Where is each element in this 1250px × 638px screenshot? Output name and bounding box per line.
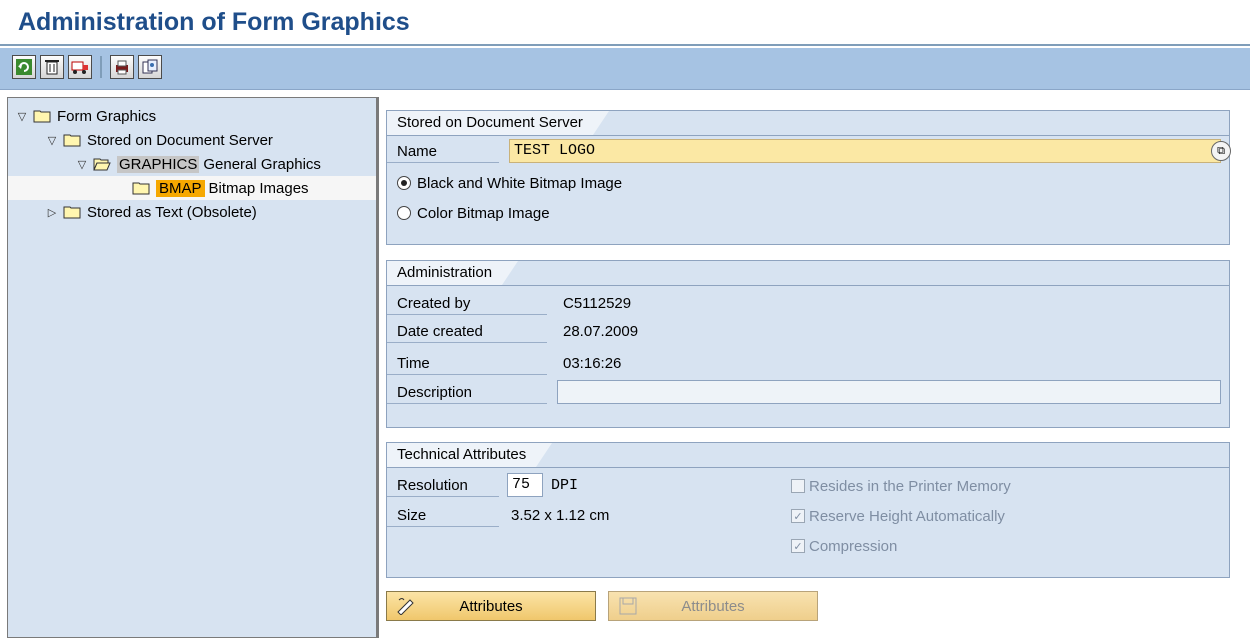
tree-node-key: BMAP	[156, 179, 205, 197]
radio-button-selected[interactable]	[397, 176, 411, 190]
tree-node-form-graphics[interactable]: ▽ Form Graphics	[8, 104, 376, 128]
tree-node-label: Form Graphics	[57, 107, 157, 125]
description-label: Description	[387, 381, 547, 404]
resolution-label: Resolution	[387, 474, 499, 497]
size-value: 3.52 x 1.12 cm	[511, 507, 610, 524]
save-icon	[617, 596, 639, 616]
tree-node-graphics[interactable]: ▽ GRAPHICS General Graphics	[8, 152, 376, 176]
tree-node-label: General Graphics	[203, 155, 321, 173]
panel-title: Technical Attributes	[387, 443, 553, 467]
copy-icon[interactable]	[138, 55, 162, 79]
tree-node-document-server[interactable]: ▽ Stored on Document Server	[8, 128, 376, 152]
button-label: Attributes	[681, 597, 745, 615]
checkmark-icon[interactable]: ✓	[791, 509, 805, 523]
tree-node-label: Stored as Text (Obsolete)	[87, 203, 257, 221]
attributes-save-button[interactable]: Attributes	[608, 591, 818, 621]
checkmark-icon[interactable]: ✓	[791, 539, 805, 553]
time-label: Time	[387, 352, 547, 375]
tree-node-label: Stored on Document Server	[87, 131, 273, 149]
open-folder-icon	[93, 157, 111, 171]
refresh-icon[interactable]	[12, 55, 36, 79]
delete-icon[interactable]	[40, 55, 64, 79]
print-icon[interactable]	[110, 55, 134, 79]
value-help-icon[interactable]: ⧉	[1211, 141, 1231, 161]
checkbox-unchecked[interactable]	[791, 479, 805, 493]
button-label: Attributes	[459, 597, 523, 615]
transport-icon[interactable]	[68, 55, 92, 79]
radio-label: Black and White Bitmap Image	[417, 174, 623, 192]
folder-icon	[132, 181, 150, 195]
created-by-value: C5112529	[563, 295, 632, 312]
radio-color-bitmap[interactable]: Color Bitmap Image	[397, 201, 550, 225]
administration-panel: Administration Created by C5112529 Date …	[386, 260, 1230, 428]
printer-memory-checkbox[interactable]: Resides in the Printer Memory	[791, 474, 1011, 498]
edit-attributes-icon	[395, 596, 417, 616]
panel-title: Stored on Document Server	[387, 111, 609, 135]
reserve-height-checkbox[interactable]: ✓ Reserve Height Automatically	[791, 504, 1005, 528]
folder-icon	[33, 109, 51, 123]
time-value: 03:16:26	[563, 355, 622, 372]
application-toolbar	[0, 48, 1250, 90]
resolution-field[interactable]: 75	[507, 473, 543, 497]
folder-icon	[63, 133, 81, 147]
checkbox-label: Compression	[809, 537, 898, 555]
radio-bw-bitmap[interactable]: Black and White Bitmap Image	[397, 171, 622, 195]
created-by-label: Created by	[387, 292, 547, 315]
graphics-tree: ▽ Form Graphics ▽ Stored on Document Ser…	[7, 97, 379, 638]
radio-button[interactable]	[397, 206, 411, 220]
tree-node-stored-as-text[interactable]: ▷ Stored as Text (Obsolete)	[8, 200, 376, 224]
tree-node-label: Bitmap Images	[208, 179, 309, 197]
name-field[interactable]: TEST LOGO	[509, 139, 1221, 163]
title-bar: Administration of Form Graphics	[0, 0, 1250, 46]
folder-icon	[63, 205, 81, 219]
radio-label: Color Bitmap Image	[417, 204, 550, 222]
tree-node-key: GRAPHICS	[117, 155, 200, 173]
toolbar-separator	[100, 56, 102, 78]
panel-divider	[387, 285, 1229, 286]
resolution-unit: DPI	[551, 477, 579, 494]
expand-icon[interactable]: ▷	[44, 204, 60, 220]
panel-title: Administration	[387, 261, 519, 285]
name-label: Name	[387, 140, 499, 163]
collapse-icon[interactable]: ▽	[14, 108, 30, 124]
tree-node-bmap[interactable]: BMAP Bitmap Images	[8, 176, 376, 200]
date-created-value: 28.07.2009	[563, 323, 639, 340]
checkbox-label: Reserve Height Automatically	[809, 507, 1005, 525]
compression-checkbox[interactable]: ✓ Compression	[791, 534, 897, 558]
checkbox-label: Resides in the Printer Memory	[809, 477, 1011, 495]
date-created-label: Date created	[387, 320, 547, 343]
technical-attributes-panel: Technical Attributes Resolution 75 DPI S…	[386, 442, 1230, 578]
page-title: Administration of Form Graphics	[18, 8, 410, 36]
collapse-icon[interactable]: ▽	[74, 156, 90, 172]
panel-divider	[387, 135, 1229, 136]
collapse-icon[interactable]: ▽	[44, 132, 60, 148]
size-label: Size	[387, 504, 499, 527]
attributes-edit-button[interactable]: Attributes	[386, 591, 596, 621]
panel-divider	[387, 467, 1229, 468]
description-field[interactable]	[557, 380, 1221, 404]
document-server-panel: Stored on Document Server Name TEST LOGO…	[386, 110, 1231, 245]
